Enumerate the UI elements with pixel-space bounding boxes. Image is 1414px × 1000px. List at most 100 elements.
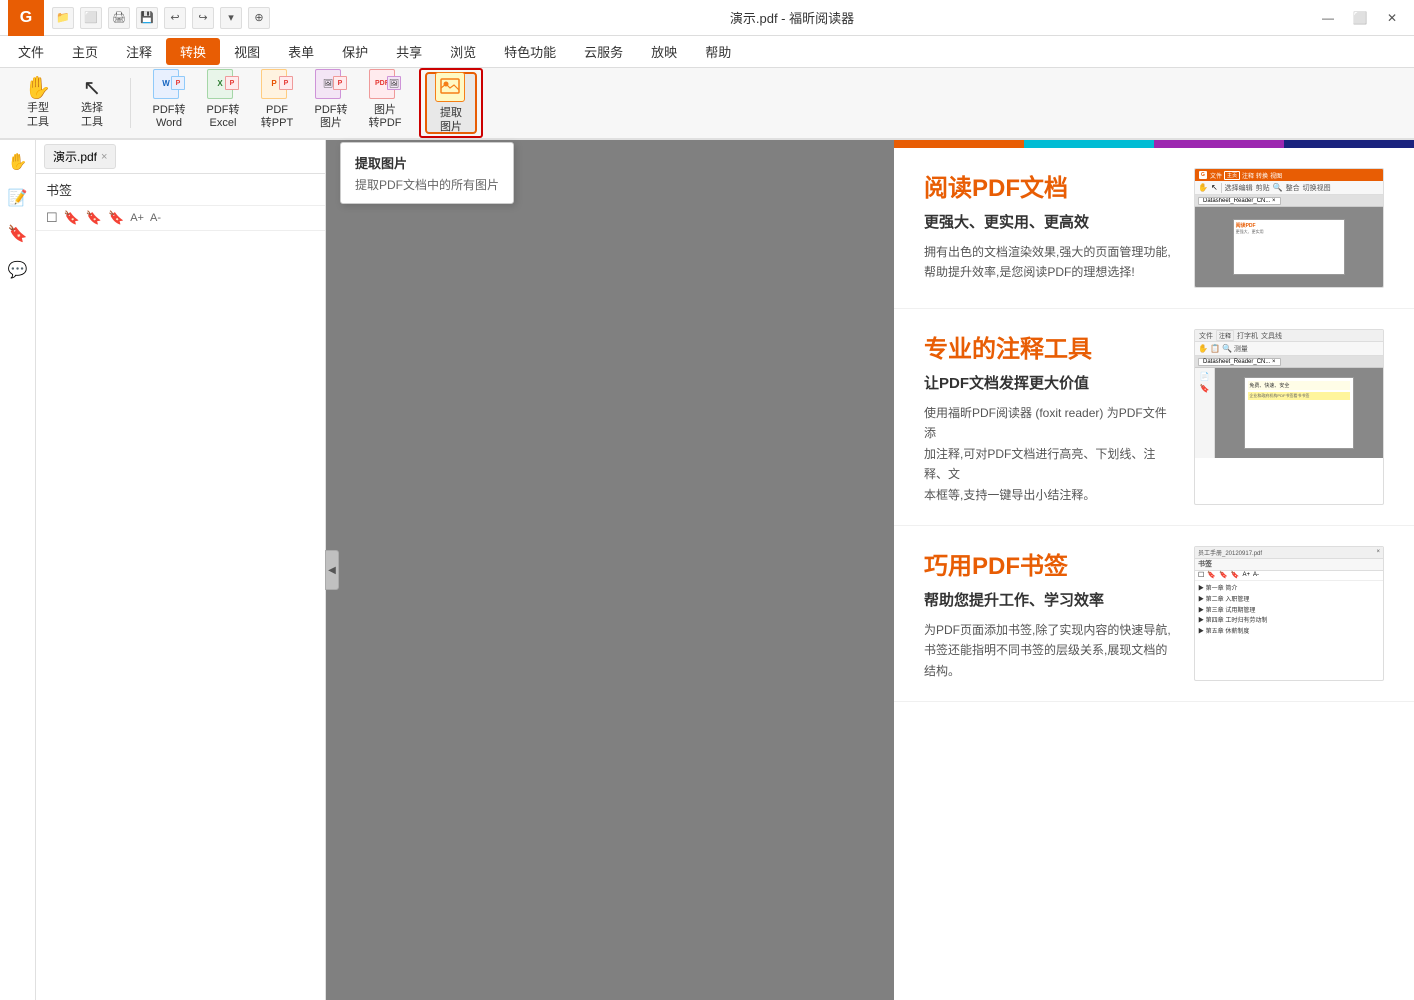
collapse-btn[interactable]: ◀ [325, 550, 339, 590]
menu-share[interactable]: 共享 [382, 38, 436, 65]
file-section-header: 书签 [36, 174, 325, 206]
color-darkblue [1284, 140, 1414, 148]
preview-section-3: 巧用PDF书签 帮助您提升工作、学习效率 为PDF页面添加书签,除了实现内容的快… [894, 526, 1414, 702]
menu-form[interactable]: 表单 [274, 38, 328, 65]
hand-tool-btn[interactable]: ✋ 手型工具 [12, 72, 64, 134]
bookmark-icon-1[interactable]: ☐ [46, 210, 58, 226]
save-btn[interactable]: 💾 [136, 7, 158, 29]
tooltip-desc: 提取PDF文档中的所有图片 [355, 176, 499, 193]
close-btn[interactable]: ✕ [1378, 4, 1406, 32]
extract-svg-icon [440, 78, 460, 96]
toolbar: ✋ 手型工具 ↖ 选择工具 W P PDF转Word X P [0, 68, 1414, 140]
pdf-to-ppt-icon: P P [261, 76, 293, 99]
window-title: 演示.pdf - 福昕阅读器 [270, 8, 1314, 27]
bookmark-icon-2[interactable]: 🔖 [64, 210, 80, 226]
file-tab-name: 演示.pdf [53, 148, 97, 165]
pdf-preview: 阅读PDF文档 更强大、更实用、更高效 拥有出色的文档渲染效果,强大的页面管理功… [894, 140, 1414, 1000]
color-purple [1154, 140, 1284, 148]
main-area: ✋ 📝 🔖 💬 演示.pdf × 书签 ☐ 🔖 🔖 🔖 A+ A- ◀ [0, 140, 1414, 1000]
sidebar-edit-icon[interactable]: 📝 [4, 184, 32, 212]
pdf-to-word-label: PDF转Word [153, 104, 186, 130]
menu-bar: 文件 主页 注释 转换 视图 表单 保护 共享 浏览 特色功能 云服务 放映 帮… [0, 36, 1414, 68]
preview-subtitle-1: 更强大、更实用、更高效 [924, 211, 1178, 232]
tooltip-popup: 提取图片 提取PDF文档中的所有图片 [340, 142, 514, 204]
tooltip-title: 提取图片 [355, 153, 499, 172]
file-tab[interactable]: 演示.pdf × [44, 144, 116, 169]
bookmark-icon-5[interactable]: A+ [130, 212, 144, 224]
pdf-to-word-btn[interactable]: W P PDF转Word [143, 72, 195, 134]
menu-view[interactable]: 视图 [220, 38, 274, 65]
menu-convert[interactable]: 转换 [166, 38, 220, 65]
app-logo: G [8, 0, 44, 36]
open-btn[interactable]: 📁 [52, 7, 74, 29]
file-tab-bar: 演示.pdf × [36, 140, 325, 174]
mini-screenshot-1: G 文件 主页 注释 转换 视图 ✋ ↖ [1194, 168, 1384, 288]
toolbar-group-convert: W P PDF转Word X P PDF转Excel P P PDF转PPT [139, 70, 415, 136]
new-btn[interactable]: ⬜ [80, 7, 102, 29]
toolbar-group-tools: ✋ 手型工具 ↖ 选择工具 [8, 70, 122, 136]
hand-tool-icon: ✋ [24, 77, 51, 99]
extract-img-icon [435, 72, 467, 102]
pdf-to-ppt-label: PDF转PPT [261, 104, 293, 130]
pdf-to-excel-label: PDF转Excel [207, 104, 240, 130]
title-bar: G 📁 ⬜ 🖨 💾 ↩ ↪ ▾ ⊕ 演示.pdf - 福昕阅读器 — ⬜ ✕ [0, 0, 1414, 36]
extra-btn[interactable]: ⊕ [248, 7, 270, 29]
maximize-btn[interactable]: ⬜ [1346, 4, 1374, 32]
pdf-to-img-label: PDF转图片 [315, 104, 348, 130]
select-tool-icon: ↖ [83, 77, 101, 99]
minimize-btn[interactable]: — [1314, 4, 1342, 32]
img-to-pdf-btn[interactable]: PDF 🖼 图片转PDF [359, 72, 411, 134]
left-sidebar: ✋ 📝 🔖 💬 [0, 140, 36, 1000]
color-orange [894, 140, 1024, 148]
img-to-pdf-label: 图片转PDF [369, 104, 402, 130]
color-cyan [1024, 140, 1154, 148]
toolbar-extract-section: 提取图片 [419, 68, 483, 138]
menu-browse[interactable]: 浏览 [436, 38, 490, 65]
undo-btn[interactable]: ↩ [164, 7, 186, 29]
sidebar-bookmark-icon[interactable]: 🔖 [4, 220, 32, 248]
select-tool-btn[interactable]: ↖ 选择工具 [66, 72, 118, 134]
pdf-to-img-icon: 🖼 P [315, 76, 347, 99]
menu-help[interactable]: 帮助 [691, 38, 745, 65]
preview-text-2: 使用福昕PDF阅读器 (foxit reader) 为PDF文件添加注释,可对P… [924, 403, 1178, 505]
preview-subtitle-2: 让PDF文档发挥更大价值 [924, 372, 1178, 393]
select-tool-label: 选择工具 [81, 102, 103, 128]
preview-text-1: 拥有出色的文档渲染效果,强大的页面管理功能,帮助提升效率,是您阅读PDF的理想选… [924, 242, 1178, 283]
extract-img-btn[interactable]: 提取图片 [425, 72, 477, 134]
bookmark-icon-6[interactable]: A- [150, 212, 161, 224]
img-to-pdf-icon: PDF 🖼 [369, 76, 401, 99]
menu-annotation[interactable]: 注释 [112, 38, 166, 65]
menu-present[interactable]: 放映 [637, 38, 691, 65]
more-btn[interactable]: ▾ [220, 7, 242, 29]
hand-tool-label: 手型工具 [27, 102, 49, 128]
menu-file[interactable]: 文件 [4, 38, 58, 65]
pdf-to-img-btn[interactable]: 🖼 P PDF转图片 [305, 72, 357, 134]
preview-section-1: 阅读PDF文档 更强大、更实用、更高效 拥有出色的文档渲染效果,强大的页面管理功… [894, 148, 1414, 309]
pdf-to-excel-btn[interactable]: X P PDF转Excel [197, 72, 249, 134]
preview-title-2: 专业的注释工具 [924, 329, 1178, 364]
pdf-to-ppt-btn[interactable]: P P PDF转PPT [251, 72, 303, 134]
mini-screenshot-2: 文件 注释 打字机 文具线 ✋ 📋 🔍 测量 Datasheet_R [1194, 329, 1384, 505]
toolbar-sep-1 [130, 78, 131, 128]
pdf-to-word-icon: W P [153, 76, 185, 99]
file-section-label: 书签 [46, 180, 72, 199]
preview-subtitle-3: 帮助您提升工作、学习效率 [924, 589, 1178, 610]
bookmark-toolbar: ☐ 🔖 🔖 🔖 A+ A- [36, 206, 325, 231]
print-btn[interactable]: 🖨 [108, 7, 130, 29]
menu-protect[interactable]: 保护 [328, 38, 382, 65]
bookmark-icon-3[interactable]: 🔖 [86, 210, 102, 226]
top-color-bar [894, 140, 1414, 148]
bookmark-icon-4[interactable]: 🔖 [108, 210, 124, 226]
preview-title-3: 巧用PDF书签 [924, 546, 1178, 581]
redo-btn[interactable]: ↪ [192, 7, 214, 29]
title-bar-controls: 📁 ⬜ 🖨 💾 ↩ ↪ ▾ ⊕ [52, 7, 270, 29]
menu-cloud[interactable]: 云服务 [570, 38, 637, 65]
extract-img-label: 提取图片 [440, 107, 462, 133]
sidebar-hand-icon[interactable]: ✋ [4, 148, 32, 176]
sidebar-comment-icon[interactable]: 💬 [4, 256, 32, 284]
file-tab-close-btn[interactable]: × [101, 151, 107, 163]
preview-title-1: 阅读PDF文档 [924, 168, 1178, 203]
mini-screenshot-3: 员工手册_20120917.pdf × 书签 ☐ 🔖 🔖 🔖 A+ [1194, 546, 1384, 681]
menu-special[interactable]: 特色功能 [490, 38, 570, 65]
menu-home[interactable]: 主页 [58, 38, 112, 65]
